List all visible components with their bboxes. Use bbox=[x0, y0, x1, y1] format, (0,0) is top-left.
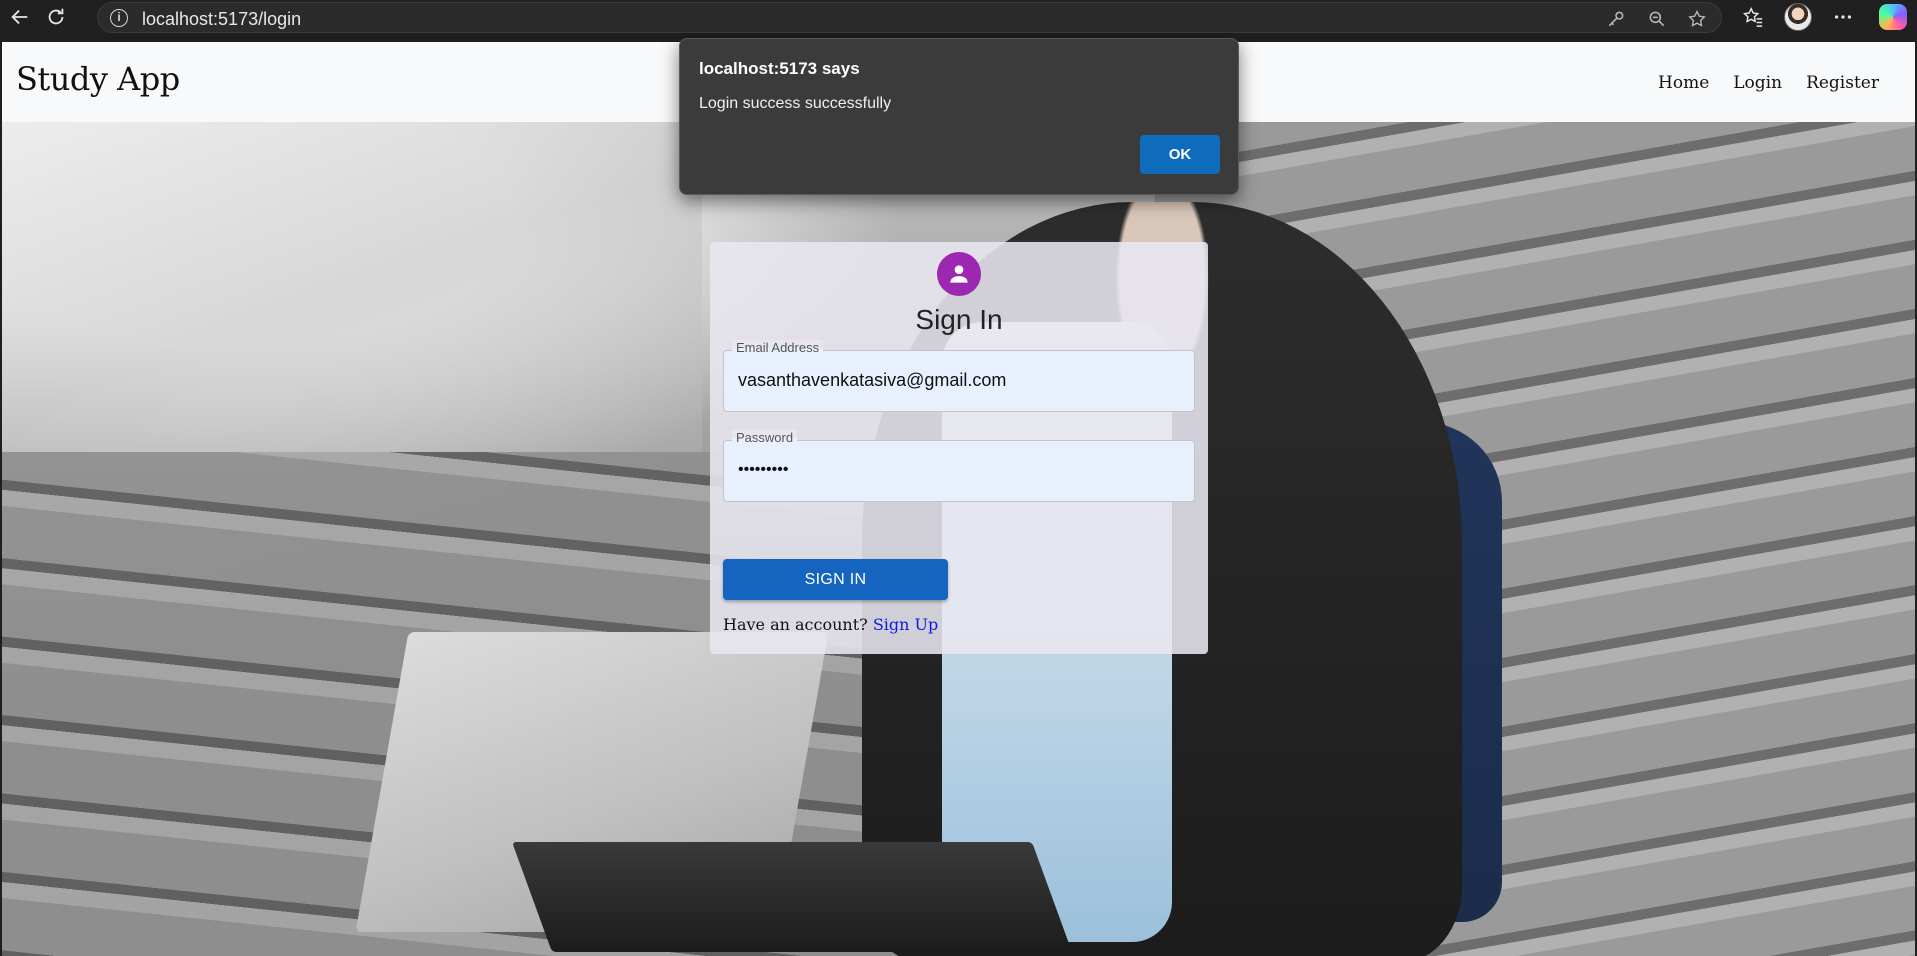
email-label: Email Address bbox=[732, 340, 824, 355]
favorites-icon[interactable] bbox=[1741, 5, 1765, 29]
address-bar[interactable]: i localhost:5173/login bbox=[97, 2, 1722, 33]
star-icon[interactable] bbox=[1687, 9, 1707, 29]
info-icon[interactable]: i bbox=[110, 9, 128, 27]
key-icon[interactable] bbox=[1606, 9, 1626, 29]
password-value[interactable]: ••••••••• bbox=[738, 461, 788, 479]
password-field[interactable]: Password ••••••••• bbox=[723, 430, 1195, 502]
more-icon[interactable] bbox=[1831, 5, 1855, 29]
browser-toolbar: i localhost:5173/login bbox=[0, 0, 1917, 34]
profile-avatar[interactable] bbox=[1784, 3, 1812, 31]
account-prompt: Have an account? bbox=[723, 615, 868, 634]
reload-icon[interactable] bbox=[44, 5, 68, 29]
account-prompt-row: Have an account? Sign Up bbox=[723, 615, 938, 634]
signin-title: Sign In bbox=[915, 304, 1003, 335]
email-field[interactable]: Email Address vasanthavenkatasiva@gmail.… bbox=[723, 340, 1195, 412]
photo-laptop-base bbox=[511, 842, 1073, 952]
dialog-title: localhost:5173 says bbox=[699, 59, 860, 78]
signin-card: Sign In Email Address vasanthavenkatasiv… bbox=[710, 242, 1208, 654]
dialog-message: Login success successfully bbox=[699, 95, 892, 112]
copilot-icon[interactable] bbox=[1879, 4, 1907, 30]
nav-link-login[interactable]: Login bbox=[1733, 73, 1782, 93]
dialog-ok-button[interactable]: OK bbox=[1140, 135, 1220, 174]
email-value[interactable]: vasanthavenkatasiva@gmail.com bbox=[738, 370, 1006, 391]
signin-button[interactable]: SIGN IN bbox=[723, 559, 948, 600]
password-label: Password bbox=[732, 430, 798, 445]
alert-dialog: localhost:5173 says Login success succes… bbox=[679, 38, 1239, 195]
url-text[interactable]: localhost:5173/login bbox=[142, 9, 301, 30]
back-icon[interactable] bbox=[8, 5, 32, 29]
brand-logo[interactable]: Study App bbox=[16, 60, 180, 98]
person-icon bbox=[937, 252, 981, 296]
zoom-icon[interactable] bbox=[1647, 9, 1667, 29]
nav-link-register[interactable]: Register bbox=[1806, 73, 1879, 93]
nav-links: Home Login Register bbox=[1658, 73, 1879, 93]
signup-link[interactable]: Sign Up bbox=[873, 615, 938, 634]
nav-link-home[interactable]: Home bbox=[1658, 73, 1709, 93]
